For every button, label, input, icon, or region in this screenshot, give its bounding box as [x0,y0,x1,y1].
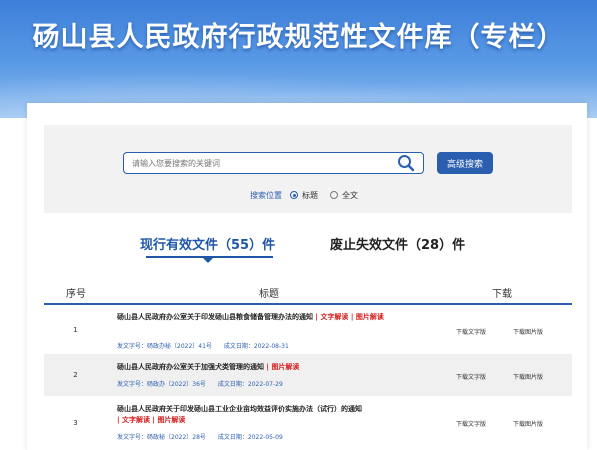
image-interpretation-link[interactable]: 图片解读 [157,416,185,424]
doc-number: 发文字号：砀政秘〔2022〕28号 [117,434,206,441]
row-title-text[interactable]: 砀山县人民政府关于印发砀山县工业企业亩均效益评价实施办法（试行）的通知 [117,405,362,413]
doc-number: 发文字号：砀政办〔2022〕36号 [117,381,206,388]
row-title[interactable]: 砀山县人民政府关于印发砀山县工业企业亩均效益评价实施办法（试行）的通知 | 文字解… [117,404,427,426]
row-title-text[interactable]: 砀山县人民政府办公室关于加强犬类管理的通知 [117,363,264,371]
text-interpretation-link[interactable]: 文字解读 [320,313,348,321]
row-title-text[interactable]: 砀山县人民政府办公室关于印发砀山县粮食储备管理办法的通知 [117,313,313,321]
tab-repealed-files[interactable]: 废止失效文件（28）件 [330,234,465,253]
scope-label: 搜索位置 [250,190,282,200]
main-panel: 高级搜索 搜索位置 标题 全文 现行有效文件（55）件 废止失效文件（28）件 … [27,103,587,450]
active-tab-caret [203,258,213,263]
search-icon[interactable] [395,153,417,173]
download-image-link[interactable]: 下载图片版 [513,419,543,428]
scope-option-title[interactable]: 标题 [302,190,318,201]
doc-number: 发文字号：砀政办秘〔2022〕41号 [117,343,212,350]
scope-radio-title[interactable] [290,191,298,199]
scope-option-fulltext[interactable]: 全文 [342,190,358,201]
row-title[interactable]: 砀山县人民政府办公室关于印发砀山县粮食储备管理办法的通知 | 文字解读 | 图片… [117,312,457,323]
header-banner: 砀山县人民政府行政规范性文件库（专栏） [0,0,597,118]
download-image-link[interactable]: 下载图片版 [513,372,543,381]
issue-date: 成文日期：2022-05-09 [217,434,283,441]
row-meta: 发文字号：砀政秘〔2022〕28号 成文日期：2022-05-09 [117,432,283,441]
search-scope: 搜索位置 标题 全文 [250,188,358,202]
header-title: 标题 [259,289,279,300]
download-text-link[interactable]: 下载文字版 [456,419,486,428]
download-text-link[interactable]: 下载文字版 [456,372,486,381]
row-meta: 发文字号：砀政办秘〔2022〕41号 成文日期：2022-08-31 [117,341,289,350]
site-title: 砀山县人民政府行政规范性文件库（专栏） [32,22,565,53]
table-row: 1 砀山县人民政府办公室关于印发砀山县粮食储备管理办法的通知 | 文字解读 | … [44,306,572,354]
row-index: 2 [73,371,78,379]
issue-date: 成文日期：2022-07-29 [217,381,283,388]
advanced-search-button[interactable]: 高级搜索 [437,152,493,174]
row-title[interactable]: 砀山县人民政府办公室关于加强犬类管理的通知 | 图片解读 [117,362,457,373]
table-row: 2 砀山县人民政府办公室关于加强犬类管理的通知 | 图片解读 发文字号：砀政办〔… [44,354,572,396]
download-image-link[interactable]: 下载图片版 [513,327,543,336]
tab-valid-files[interactable]: 现行有效文件（55）件 [140,234,275,253]
table-row: 3 砀山县人民政府关于印发砀山县工业企业亩均效益评价实施办法（试行）的通知 | 文… [44,396,572,450]
header-download: 下载 [492,289,512,300]
image-interpretation-link[interactable]: 图片解读 [271,363,299,371]
download-text-link[interactable]: 下载文字版 [456,327,486,336]
row-index: 1 [73,326,78,334]
search-area: 高级搜索 搜索位置 标题 全文 [44,125,572,213]
scope-radio-fulltext[interactable] [330,191,338,199]
issue-date: 成文日期：2022-08-31 [223,343,289,350]
header-index: 序号 [66,289,86,300]
row-meta: 发文字号：砀政办〔2022〕36号 成文日期：2022-07-29 [117,379,283,388]
row-index: 3 [73,419,78,427]
search-input[interactable] [123,152,424,174]
text-interpretation-link[interactable]: 文字解读 [122,416,150,424]
table-header: 序号 标题 下载 [44,283,572,305]
image-interpretation-link[interactable]: 图片解读 [356,313,384,321]
